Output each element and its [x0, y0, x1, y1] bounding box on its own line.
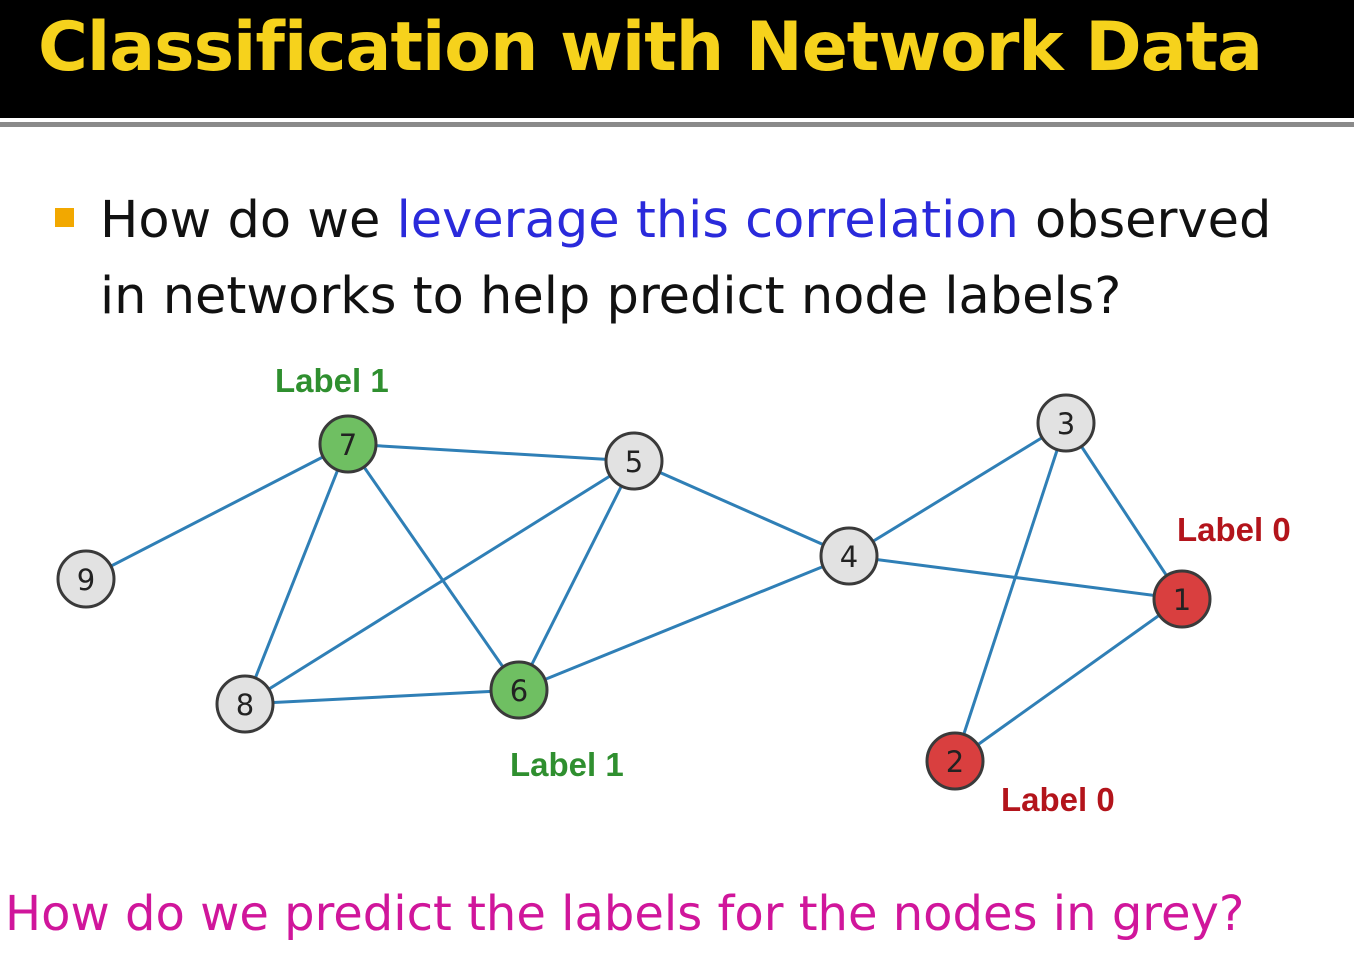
edge-7-5: [347, 442, 635, 463]
node-2: 2: [925, 731, 985, 791]
edge-6-4: [518, 554, 850, 692]
nodes: 1 2 3 4 5 6 7 8 9: [56, 393, 1212, 791]
node-5: 5: [604, 431, 664, 491]
node-text-9: 9: [77, 563, 95, 597]
node-text-1: 1: [1173, 583, 1191, 617]
node-3: 3: [1036, 393, 1096, 453]
node-text-5: 5: [625, 445, 643, 479]
node-text-6: 6: [510, 674, 528, 708]
edge-2-1: [954, 597, 1183, 763]
node-text-8: 8: [236, 688, 254, 722]
node-text-2: 2: [946, 745, 964, 779]
edge-9-7: [85, 442, 349, 581]
node-1: 1: [1152, 569, 1212, 629]
node-8: 8: [215, 674, 275, 734]
edge-3-1: [1064, 422, 1184, 600]
edge-7-8: [243, 443, 350, 705]
network-graph: 1 2 3 4 5 6 7 8 9 Label 1 Label 1 Label 0 Label …: [56, 362, 1291, 818]
node7-label-annotation: Label 1: [275, 362, 389, 399]
edge-7-6: [346, 443, 521, 691]
node-text-4: 4: [840, 540, 858, 574]
edge-4-3: [848, 421, 1067, 558]
node-9: 9: [56, 549, 116, 609]
edge-5-4: [633, 459, 850, 558]
node-6: 6: [489, 660, 549, 720]
node-text-7: 7: [339, 428, 357, 462]
node6-label-annotation: Label 1: [510, 746, 624, 783]
footer-question: How do we predict the labels for the nod…: [5, 886, 1245, 942]
node-4: 4: [819, 526, 879, 586]
node-text-3: 3: [1057, 407, 1075, 441]
node2-label-annotation: Label 0: [1001, 781, 1115, 818]
edge-3-2: [953, 422, 1068, 762]
edge-8-6: [244, 688, 520, 706]
node1-label-annotation: Label 0: [1177, 511, 1291, 548]
node-7: 7: [318, 414, 378, 474]
